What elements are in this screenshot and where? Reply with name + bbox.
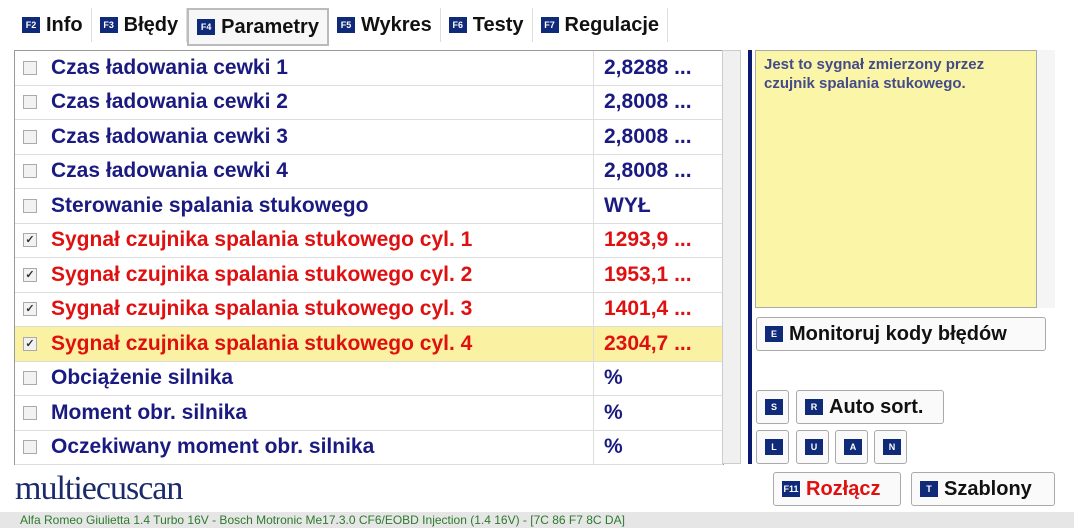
table-row[interactable]: Czas ładowania cewki 2 2,8008 ... <box>15 85 723 120</box>
tab-bar: F2 Info F3 Błędy F4 Parametry F5 Wykres F6 Te… <box>14 8 669 46</box>
table-row[interactable]: ✓ Sygnał czujnika spalania stukowego cyl.… <box>15 327 723 362</box>
tab-label: Testy <box>472 13 524 36</box>
key-badge: F5 <box>336 17 355 33</box>
row-checkbox[interactable]: ✓ <box>23 302 37 317</box>
parameters-table: Czas ładowania cewki 1 2,8288 ... Czas ład… <box>14 50 724 465</box>
key-badge: S <box>765 399 783 415</box>
auto-sort-button[interactable]: R Auto sort. <box>796 390 944 424</box>
help-scrollbar[interactable] <box>1037 50 1055 308</box>
parameter-name: Czas ładowania cewki 4 <box>51 159 288 183</box>
button-label: Monitoruj kody błędów <box>789 322 1007 345</box>
key-badge: F11 <box>782 481 800 497</box>
tab-adjustments[interactable]: F7 Regulacje <box>533 8 669 42</box>
parameter-value: 2,8008 ... <box>593 154 692 188</box>
key-badge: U <box>805 439 823 455</box>
key-badge: N <box>883 439 901 455</box>
status-bar: Alfa Romeo Giulietta 1.4 Turbo 16V - Bos… <box>0 512 1074 528</box>
tab-parameters[interactable]: F4 Parametry <box>187 8 329 46</box>
parameter-value: 2304,7 ... <box>593 327 692 361</box>
key-badge: F4 <box>197 19 216 35</box>
tab-tests[interactable]: F6 Testy <box>441 8 533 42</box>
row-checkbox[interactable] <box>23 164 37 179</box>
panel-divider[interactable] <box>748 50 752 464</box>
button-label: Szablony <box>944 477 1032 500</box>
parameter-value: 1293,9 ... <box>593 223 692 257</box>
monitor-error-codes-button[interactable]: E Monitoruj kody błędów <box>756 317 1046 351</box>
tab-label: Błędy <box>123 13 179 36</box>
parameter-name: Obciążenie silnika <box>51 366 234 390</box>
table-row[interactable]: ✓ Sygnał czujnika spalania stukowego cyl.… <box>15 258 723 293</box>
s-button[interactable]: S <box>756 390 789 424</box>
tab-errors[interactable]: F3 Błędy <box>92 8 188 42</box>
logo: multiecuscan <box>15 470 183 507</box>
table-row[interactable]: Czas ładowania cewki 4 2,8008 ... <box>15 154 723 189</box>
key-badge: L <box>765 439 783 455</box>
row-checkbox[interactable] <box>23 405 37 420</box>
button-label: Rozłącz <box>806 477 881 500</box>
parameter-value: 1953,1 ... <box>593 258 692 292</box>
tab-info[interactable]: F2 Info <box>14 8 92 42</box>
u-button[interactable]: U <box>796 430 829 464</box>
tab-label: Info <box>46 13 83 36</box>
key-badge: F3 <box>99 17 118 33</box>
disconnect-button[interactable]: F11 Rozłącz <box>773 472 901 506</box>
parameter-value: % <box>593 361 623 395</box>
tab-label: Parametry <box>221 15 319 38</box>
row-checkbox[interactable]: ✓ <box>23 267 37 282</box>
row-checkbox[interactable]: ✓ <box>23 336 37 351</box>
a-button[interactable]: A <box>835 430 868 464</box>
parameter-name: Moment obr. silnika <box>51 400 248 424</box>
table-row[interactable]: Czas ładowania cewki 1 2,8288 ... <box>15 51 723 86</box>
row-checkbox[interactable] <box>23 95 37 110</box>
key-badge: F6 <box>448 17 467 33</box>
parameter-value: % <box>593 430 623 464</box>
tab-label: Regulacje <box>564 13 660 36</box>
row-checkbox[interactable]: ✓ <box>23 233 37 248</box>
parameter-name: Czas ładowania cewki 2 <box>51 90 288 114</box>
row-checkbox[interactable] <box>23 371 37 386</box>
parameter-value: 1401,4 ... <box>593 292 692 326</box>
parameter-name: Sygnał czujnika spalania stukowego cyl. … <box>51 228 473 252</box>
parameter-name: Sygnał czujnika spalania stukowego cyl. … <box>51 331 473 355</box>
parameter-name: Oczekiwany moment obr. silnika <box>51 435 375 459</box>
button-label: Auto sort. <box>829 395 924 418</box>
table-scrollbar[interactable] <box>722 50 741 464</box>
table-row[interactable]: ✓ Sygnał czujnika spalania stukowego cyl.… <box>15 292 723 327</box>
row-checkbox[interactable] <box>23 60 37 75</box>
parameter-value: % <box>593 396 623 430</box>
key-badge: F7 <box>540 17 559 33</box>
parameter-value: WYŁ <box>593 189 651 223</box>
table-row[interactable]: ✓ Sygnał czujnika spalania stukowego cyl.… <box>15 223 723 258</box>
table-row[interactable]: Sterowanie spalania stukowego WYŁ <box>15 189 723 224</box>
l-button[interactable]: L <box>756 430 789 464</box>
key-badge: E <box>765 326 783 342</box>
parameter-value: 2,8008 ... <box>593 85 692 119</box>
key-badge: T <box>920 481 938 497</box>
table-row[interactable]: Moment obr. silnika% <box>15 396 723 431</box>
parameter-name: Sygnał czujnika spalania stukowego cyl. … <box>51 297 473 321</box>
parameter-name: Sterowanie spalania stukowego <box>51 193 369 217</box>
table-row[interactable]: Czas ładowania cewki 3 2,8008 ... <box>15 120 723 155</box>
parameter-value: 2,8008 ... <box>593 120 692 154</box>
n-button[interactable]: N <box>874 430 907 464</box>
tab-chart[interactable]: F5 Wykres <box>329 8 441 42</box>
tab-label: Wykres <box>360 13 432 36</box>
table-row[interactable]: Obciążenie silnika% <box>15 361 723 396</box>
row-checkbox[interactable] <box>23 198 37 213</box>
parameter-value: 2,8288 ... <box>593 51 692 85</box>
parameter-name: Czas ładowania cewki 3 <box>51 124 288 148</box>
key-badge: R <box>805 399 823 415</box>
row-checkbox[interactable] <box>23 129 37 144</box>
row-checkbox[interactable] <box>23 440 37 455</box>
table-row[interactable]: Oczekiwany moment obr. silnika% <box>15 430 723 465</box>
key-badge: A <box>844 439 862 455</box>
parameter-name: Sygnał czujnika spalania stukowego cyl. … <box>51 262 473 286</box>
templates-button[interactable]: T Szablony <box>911 472 1055 506</box>
parameter-name: Czas ładowania cewki 1 <box>51 55 288 79</box>
key-badge: F2 <box>22 17 40 33</box>
help-text: Jest to sygnał zmierzony przez czujnik s… <box>755 50 1037 308</box>
